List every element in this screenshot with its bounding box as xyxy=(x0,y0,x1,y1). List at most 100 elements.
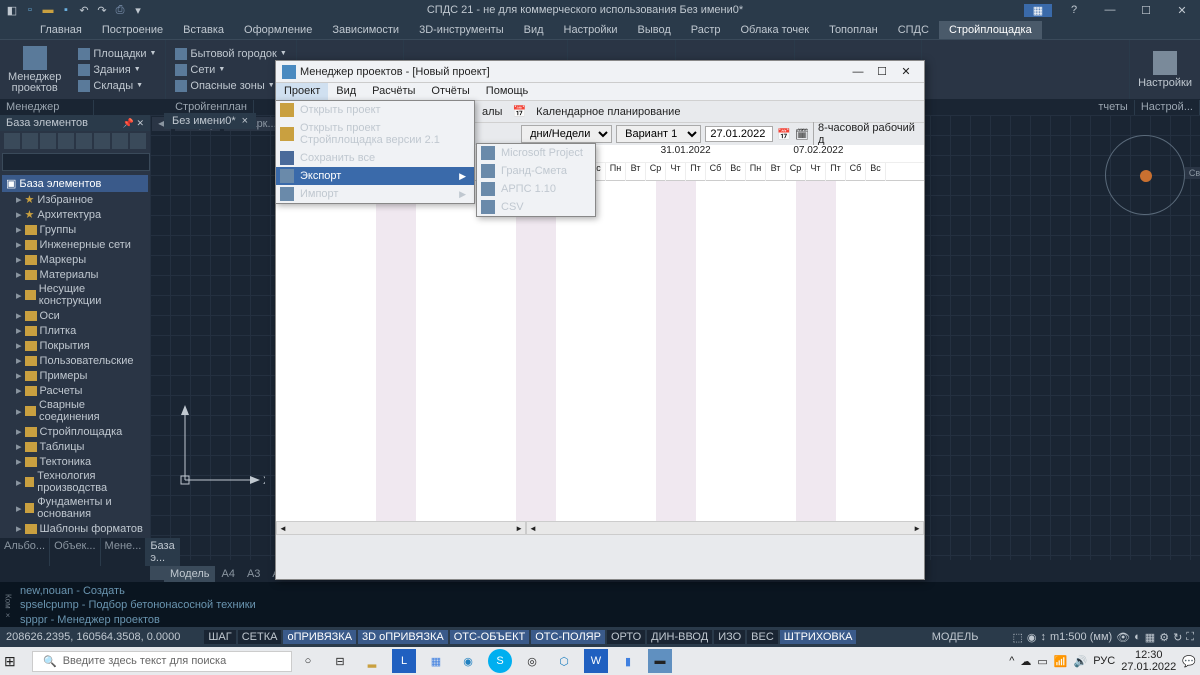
ribbon-tab-10[interactable]: Облака точек xyxy=(731,21,820,39)
left-tab-1[interactable]: Объек... xyxy=(50,538,100,566)
ribbon-tab-11[interactable]: Топоплан xyxy=(819,21,888,39)
gantt-body[interactable] xyxy=(276,181,924,521)
ribbon-tab-9[interactable]: Растр xyxy=(681,21,731,39)
maximize-button[interactable]: ☐ xyxy=(1132,4,1160,17)
tree-item[interactable]: ▸★Архитектура xyxy=(2,207,148,222)
etb-6[interactable] xyxy=(94,133,110,149)
tray-cloud-icon[interactable]: ☁ xyxy=(1020,655,1031,668)
tab-a3[interactable]: A3 xyxy=(241,566,266,582)
status-toggle-оПРИВЯЗКА[interactable]: оПРИВЯЗКА xyxy=(283,630,356,644)
calendar-type[interactable]: 8-часовой рабочий д xyxy=(813,122,918,146)
proj-menu-item-3[interactable]: Экспорт▶ xyxy=(276,167,474,185)
tree-item[interactable]: ▸Технология производства xyxy=(2,469,148,495)
chrome-icon[interactable]: ◎ xyxy=(520,649,544,673)
tree-item[interactable]: ▸Примеры xyxy=(2,368,148,383)
tray-chevron[interactable]: ^ xyxy=(1009,655,1014,667)
status-toggle-ШАГ[interactable]: ШАГ xyxy=(204,630,235,644)
help-dd[interactable]: ? xyxy=(1060,4,1088,17)
status-ic7[interactable]: ⚙ xyxy=(1159,631,1169,644)
tree-item[interactable]: ▸★Избранное xyxy=(2,192,148,207)
tree-root[interactable]: ▣ База элементов xyxy=(2,175,148,192)
export-sub-0[interactable]: Microsoft Project xyxy=(477,144,595,162)
app-icon-5[interactable]: ▬ xyxy=(648,649,672,673)
taskbar-search[interactable]: 🔍 Введите здесь текст для поиска xyxy=(32,651,292,672)
qat-logo-icon[interactable]: ◧ xyxy=(4,2,20,18)
status-ic1[interactable]: ⬚ xyxy=(1012,631,1022,644)
proj-menu-item-0[interactable]: Открыть проект xyxy=(276,101,474,119)
variant-select[interactable]: Вариант 1 xyxy=(616,125,701,143)
rb-ic4[interactable] xyxy=(1061,71,1079,89)
app-icon-3[interactable]: ⬡ xyxy=(552,649,576,673)
app-icon-1[interactable]: L xyxy=(392,649,416,673)
export-sub-1[interactable]: Гранд-Смета xyxy=(477,162,595,180)
cortana-icon[interactable]: ○ xyxy=(296,649,320,673)
app-icon-2[interactable]: ▦ xyxy=(424,649,448,673)
elements-search-input[interactable] xyxy=(2,153,150,171)
status-toggle-ОТС-ПОЛЯР[interactable]: ОТС-ПОЛЯР xyxy=(531,630,605,644)
tree-item[interactable]: ▸Сварные соединения xyxy=(2,398,148,424)
areas-button[interactable]: Площадки xyxy=(75,47,159,61)
view-cube-circle[interactable] xyxy=(1105,135,1185,215)
status-ic3[interactable]: ↕ xyxy=(1040,631,1046,643)
tree-item[interactable]: ▸Группы xyxy=(2,222,148,237)
ribbon-tab-5[interactable]: 3D-инструменты xyxy=(409,21,514,39)
status-toggle-СЕТКА[interactable]: СЕТКА xyxy=(238,630,282,644)
proj-menu-item-4[interactable]: Импорт▶ xyxy=(276,185,474,203)
command-line[interactable]: Ком × new,nouan - Создать spselcpump - П… xyxy=(0,582,1200,627)
tree-item[interactable]: ▸Оси xyxy=(2,308,148,323)
ribbon-tab-1[interactable]: Построение xyxy=(92,21,173,39)
ribbon-tab-2[interactable]: Вставка xyxy=(173,21,234,39)
proj-menu-item-1[interactable]: Открыть проект Стройплощадка версии 2.1 xyxy=(276,119,474,149)
status-toggle-ИЗО[interactable]: ИЗО xyxy=(714,630,745,644)
status-ic5[interactable]: ◐ xyxy=(1134,631,1141,643)
etb-7[interactable] xyxy=(112,133,128,149)
settings-button[interactable]: Настройки xyxy=(1130,40,1200,99)
tray-volume-icon[interactable]: 🔊 xyxy=(1074,655,1088,668)
qat-open-icon[interactable]: ▬ xyxy=(40,2,56,18)
ribbon-tab-4[interactable]: Зависимости xyxy=(322,21,409,39)
tree-item[interactable]: ▸Плитка xyxy=(2,323,148,338)
skype-icon[interactable]: S xyxy=(488,649,512,673)
scale-label[interactable]: m1:500 (мм) xyxy=(1050,631,1112,643)
ribbon-tab-13[interactable]: Стройплощадка xyxy=(939,21,1042,39)
ribbon-tab-0[interactable]: Главная xyxy=(30,21,92,39)
gantt-timeline-scroll[interactable] xyxy=(526,521,924,535)
tree-item[interactable]: ▸Материалы xyxy=(2,267,148,282)
app-icon-4[interactable]: ▮ xyxy=(616,649,640,673)
status-toggle-ОРТО[interactable]: ОРТО xyxy=(607,630,645,644)
dialog-maximize[interactable]: ☐ xyxy=(870,65,894,78)
rb-ic2[interactable] xyxy=(1083,51,1101,69)
camp-button[interactable]: Бытовой городок xyxy=(172,47,289,61)
cal-icon-2[interactable]: 🗓 xyxy=(795,128,809,141)
dialog-minimize[interactable]: — xyxy=(846,66,870,78)
tree-item[interactable]: ▸Маркеры xyxy=(2,252,148,267)
status-toggle-ОТС-ОБЪЕКТ[interactable]: ОТС-ОБЪЕКТ xyxy=(450,630,529,644)
close-icon[interactable]: × xyxy=(242,115,248,127)
close-button[interactable]: ✕ xyxy=(1168,4,1196,17)
status-ic4[interactable]: 👁 xyxy=(1116,631,1130,644)
left-tab-2[interactable]: Мене... xyxy=(101,538,147,566)
ribbon-tab-8[interactable]: Вывод xyxy=(627,21,680,39)
status-ic8[interactable]: ↻ xyxy=(1173,631,1182,644)
tree-item[interactable]: ▸Тектоника xyxy=(2,454,148,469)
etb-8[interactable] xyxy=(130,133,146,149)
model-tabs-icon[interactable] xyxy=(150,566,164,580)
tray-lang[interactable]: РУС xyxy=(1093,655,1115,667)
document-tab[interactable]: Без имени0* × xyxy=(164,113,256,129)
qat-undo-icon[interactable]: ↶ xyxy=(76,2,92,18)
networks-button[interactable]: Сети xyxy=(172,63,289,77)
clock[interactable]: 12:30 27.01.2022 xyxy=(1121,649,1176,673)
tray-notif-icon[interactable]: 💬 xyxy=(1182,655,1196,668)
dialog-menu-4[interactable]: Помощь xyxy=(478,83,537,100)
view-cube[interactable]: Сверху xyxy=(1105,135,1185,215)
tree-item[interactable]: ▸Стройплощадка xyxy=(2,424,148,439)
project-manager-button[interactable]: Менеджер проектов xyxy=(0,40,69,99)
status-ic2[interactable]: ◉ xyxy=(1027,631,1037,644)
tree-item[interactable]: ▸Фундаменты и основания xyxy=(2,495,148,521)
rb-ic3[interactable] xyxy=(1105,51,1123,69)
dialog-menu-2[interactable]: Расчёты xyxy=(364,83,423,100)
etb-3[interactable] xyxy=(40,133,56,149)
dialog-menu-3[interactable]: Отчёты xyxy=(423,83,477,100)
tab-a4[interactable]: A4 xyxy=(215,566,240,582)
tray-wifi-icon[interactable]: 📶 xyxy=(1054,655,1068,668)
